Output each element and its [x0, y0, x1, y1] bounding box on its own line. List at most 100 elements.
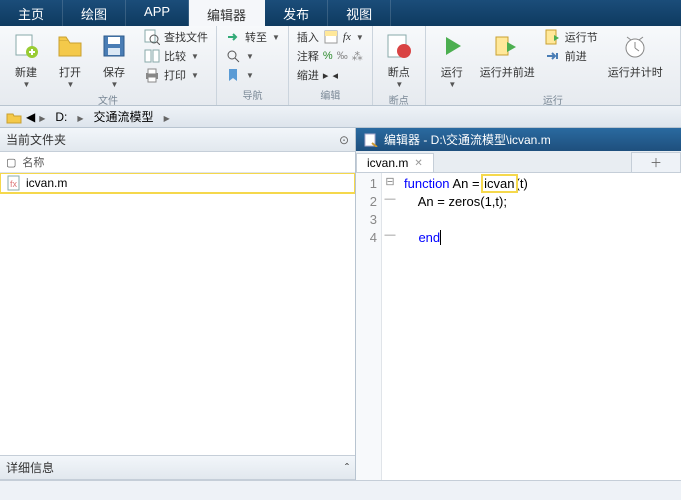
details-header[interactable]: 详细信息 ˆ — [0, 455, 355, 480]
code-line[interactable]: function An = icvan(t) — [404, 175, 675, 193]
open-label: 打开 — [59, 64, 81, 80]
code-line[interactable]: An = zeros(1,t); — [404, 193, 675, 211]
group-run: 运行▼ 运行并前进 运行节 前进 运行并计时 运行 — [426, 26, 681, 105]
play-advance-icon — [491, 30, 523, 62]
collapse-icon: ▢ — [6, 156, 16, 169]
find-button[interactable]: ▼ — [223, 47, 256, 65]
print-icon — [144, 67, 160, 83]
add-tab-button[interactable]: ＋ — [631, 152, 681, 172]
folder-icon — [6, 110, 22, 124]
comment-button[interactable]: 注释 % ‰ ⁂ — [295, 47, 365, 65]
mfile-icon: fx — [6, 175, 22, 191]
save-icon — [98, 30, 130, 62]
outdent-icon: ◂ — [332, 69, 338, 82]
main-area: 当前文件夹 ⊙ ▢ 名称 fx icvan.m 详细信息 ˆ 编辑器 - D:\交… — [0, 128, 681, 480]
details-title: 详细信息 — [6, 459, 54, 476]
bp-label: 断点 — [388, 64, 410, 80]
section-icon — [323, 29, 339, 45]
compare-icon — [144, 48, 160, 64]
code-line[interactable] — [404, 211, 675, 229]
save-button[interactable]: 保存▼ — [94, 28, 134, 91]
panel-collapse-icon[interactable]: ⊙ — [339, 133, 349, 147]
tab-发布[interactable]: 发布 — [265, 0, 328, 26]
search-icon — [144, 29, 160, 45]
play-icon — [436, 30, 468, 62]
addr-sep — [164, 110, 170, 124]
address-bar[interactable]: ◀ D: 交通流模型 — [0, 106, 681, 128]
new-button[interactable]: 新建▼ — [6, 28, 46, 91]
group-bp-label: 断点 — [379, 91, 419, 108]
tab-绘图[interactable]: 绘图 — [63, 0, 126, 26]
run-section-icon — [545, 29, 561, 45]
bookmark-icon — [225, 67, 241, 83]
back-icon[interactable]: ◀ — [26, 110, 35, 124]
close-tab-icon[interactable]: ✕ — [414, 158, 422, 169]
step-icon — [545, 48, 561, 64]
name-column[interactable]: 名称 — [22, 154, 44, 170]
filelist-header[interactable]: ▢ 名称 — [0, 152, 355, 173]
group-edit-label: 编辑 — [295, 86, 366, 103]
panel-header: 当前文件夹 ⊙ — [0, 128, 355, 152]
run-time-button[interactable]: 运行并计时 — [604, 28, 667, 82]
tab-APP[interactable]: APP — [126, 0, 189, 26]
expand-icon[interactable]: ˆ — [345, 461, 349, 475]
run-section-button[interactable]: 运行节 — [543, 28, 600, 46]
indent-button[interactable]: 缩进 ▸ ◂ — [295, 66, 340, 84]
run-button[interactable]: 运行▼ — [432, 28, 472, 91]
svg-text:fx: fx — [10, 179, 18, 189]
step-button[interactable]: 前进 — [543, 47, 600, 65]
group-file-label: 文件 — [6, 91, 210, 108]
tab-主页[interactable]: 主页 — [0, 0, 63, 26]
editor-icon — [364, 133, 378, 147]
current-folder-panel: 当前文件夹 ⊙ ▢ 名称 fx icvan.m 详细信息 ˆ — [0, 128, 356, 480]
tab-icvan[interactable]: icvan.m ✕ — [356, 153, 434, 172]
indent-icon: ▸ — [323, 69, 329, 82]
findfiles-button[interactable]: 查找文件 — [142, 28, 210, 46]
editor-tabs: icvan.m ✕ ＋ — [356, 151, 681, 173]
run-advance-button[interactable]: 运行并前进 — [476, 28, 539, 82]
breakpoints-button[interactable]: 断点▼ — [379, 28, 419, 91]
editor-titlebar: 编辑器 - D:\交通流模型\icvan.m — [356, 128, 681, 151]
insert-button[interactable]: 插入 fx ▼ — [295, 28, 366, 46]
group-nav-label: 导航 — [223, 86, 282, 103]
addr-sep — [39, 110, 45, 124]
editor-title: 编辑器 - D:\交通流模型\icvan.m — [384, 131, 551, 148]
find-icon — [225, 48, 241, 64]
addr-root[interactable]: D: — [49, 109, 73, 125]
tab-label: icvan.m — [367, 156, 408, 170]
compare-button[interactable]: 比较▼ — [142, 47, 210, 65]
editor-panel: 编辑器 - D:\交通流模型\icvan.m icvan.m ✕ ＋ 1234 … — [356, 128, 681, 480]
line-gutter: 1234 — [356, 173, 382, 480]
addr-folder[interactable]: 交通流模型 — [88, 107, 160, 126]
toolstrip: 新建▼ 打开▼ 保存▼ 查找文件 比较▼ 打印▼ 文件 转至▼ ▼ ▼ 导航 — [0, 26, 681, 106]
file-row[interactable]: fx icvan.m — [0, 173, 355, 193]
group-file: 新建▼ 打开▼ 保存▼ 查找文件 比较▼ 打印▼ 文件 — [0, 26, 217, 105]
main-tabs: 主页绘图APP编辑器发布视图 — [0, 0, 681, 26]
goto-icon — [225, 29, 241, 45]
fold-marks: ⊟—— — [382, 173, 398, 480]
addr-sep — [77, 110, 83, 124]
group-breakpoints: 断点▼ 断点 — [373, 26, 426, 105]
code-editor[interactable]: 1234 ⊟—— function An = icvan(t) An = zer… — [356, 173, 681, 480]
status-bar — [0, 480, 681, 500]
tab-编辑器[interactable]: 编辑器 — [189, 0, 265, 26]
code-area[interactable]: function An = icvan(t) An = zeros(1,t); … — [398, 173, 681, 480]
file-name: icvan.m — [26, 176, 67, 190]
save-label: 保存 — [103, 64, 125, 80]
panel-title: 当前文件夹 — [6, 131, 66, 148]
print-button[interactable]: 打印▼ — [142, 66, 210, 84]
breakpoint-icon — [383, 30, 415, 62]
new-label: 新建 — [15, 64, 37, 80]
bookmark-button[interactable]: ▼ — [223, 66, 256, 84]
open-folder-icon — [54, 30, 86, 62]
group-nav: 转至▼ ▼ ▼ 导航 — [217, 26, 289, 105]
group-run-label: 运行 — [432, 91, 674, 108]
clock-icon — [619, 30, 651, 62]
open-button[interactable]: 打开▼ — [50, 28, 90, 91]
code-line[interactable]: end — [404, 229, 675, 247]
file-list[interactable]: fx icvan.m — [0, 173, 355, 455]
group-edit: 插入 fx ▼ 注释 % ‰ ⁂ 缩进 ▸ ◂ 编辑 — [289, 26, 373, 105]
tab-视图[interactable]: 视图 — [328, 0, 391, 26]
goto-button[interactable]: 转至▼ — [223, 28, 282, 46]
fx-icon: fx — [343, 31, 351, 43]
